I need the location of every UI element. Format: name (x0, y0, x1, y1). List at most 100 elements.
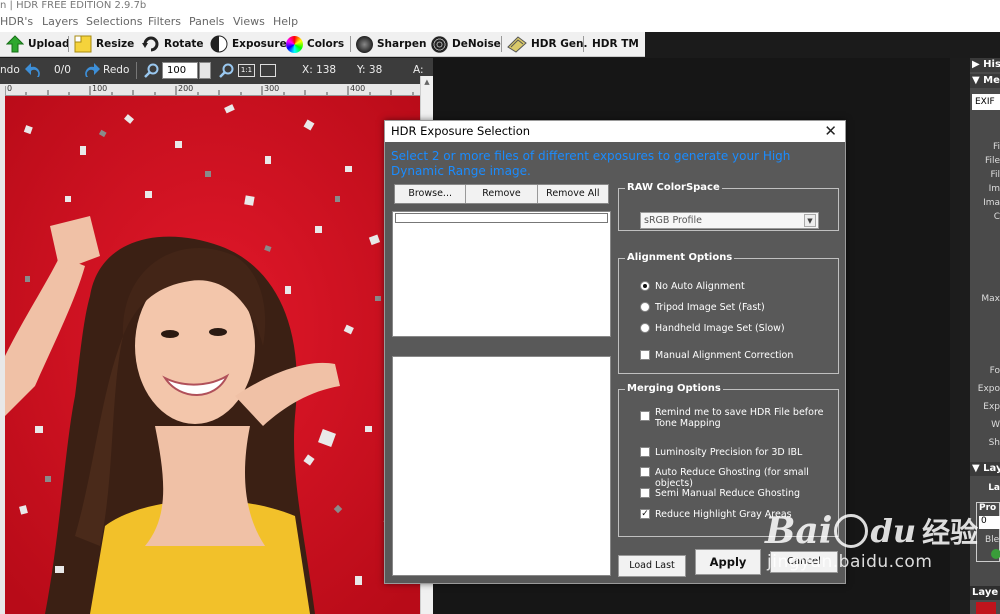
checkbox-unchecked[interactable] (640, 447, 650, 457)
exif-tab[interactable]: EXIF (972, 94, 1000, 110)
file-button-row: Browse... Remove Remove All (394, 184, 609, 204)
dialog-title-bar[interactable]: HDR Exposure Selection ✕ (385, 121, 845, 142)
scroll-up-arrow[interactable]: ▲ (422, 78, 432, 88)
colors-label: Colors (307, 38, 345, 50)
close-icon[interactable]: ✕ (824, 121, 837, 142)
upload-arrow-icon (6, 35, 24, 53)
layers-panel-header-2[interactable]: Laye (970, 586, 1000, 600)
menu-panels[interactable]: Panels (189, 15, 224, 29)
zoom-out-icon[interactable] (219, 63, 234, 78)
apply-button[interactable]: Apply (695, 549, 761, 575)
exposure-icon (210, 35, 228, 53)
load-last-button[interactable]: Load Last (618, 555, 686, 577)
layers2-title: Laye (972, 587, 999, 598)
actual-size-icon[interactable]: 1:1 (238, 64, 255, 77)
resize-button[interactable]: Resize (74, 34, 134, 54)
meta-label-10: Exp (983, 402, 1000, 412)
opacity-input[interactable]: 0 (979, 516, 1000, 529)
properties-label: Pro (979, 503, 997, 513)
meta-panel-header[interactable]: ▼ Met (970, 74, 1000, 88)
edit-subbar: ndo 0/0 Redo 1:1 X: 138 Y: 38 A: (0, 58, 435, 84)
resize-icon (74, 35, 92, 53)
exposure-label: Exposure (232, 38, 287, 50)
alignment-options-title: Alignment Options (625, 252, 735, 263)
remove-all-button[interactable]: Remove All (538, 185, 608, 203)
meta-label-2: File (984, 156, 1000, 166)
exposure-button[interactable]: Exposure (210, 34, 287, 54)
manual-alignment-option[interactable]: Manual Alignment Correction (640, 350, 793, 361)
rotate-button[interactable]: Rotate (142, 34, 204, 54)
semi-ghost-option[interactable]: Semi Manual Reduce Ghosting (640, 488, 800, 499)
hdr-gen-button[interactable]: HDR Gen. (507, 34, 587, 54)
subbar-separator (136, 62, 137, 79)
menu-layers[interactable]: Layers (42, 15, 78, 29)
rotate-label: Rotate (164, 38, 204, 50)
luminosity-label: Luminosity Precision for 3D IBL (655, 447, 803, 458)
radio-unselected[interactable] (640, 323, 650, 333)
radio-unselected[interactable] (640, 302, 650, 312)
meta-label-12: Sh (988, 438, 1000, 448)
tripod-option[interactable]: Tripod Image Set (Fast) (640, 302, 765, 313)
meta-label-11: W (991, 420, 1000, 430)
layers-panel-header[interactable]: ▼ Lay (970, 462, 1000, 476)
menu-help[interactable]: Help (273, 15, 298, 29)
redo-label[interactable]: Redo (103, 64, 129, 76)
zoom-in-icon[interactable] (144, 63, 159, 78)
histogram-title: Hist (983, 59, 1000, 70)
histogram-panel-header[interactable]: ▶ Hist (970, 58, 1000, 72)
checkbox-unchecked[interactable] (640, 488, 650, 498)
semi-ghost-label: Semi Manual Reduce Ghosting (655, 488, 801, 499)
radio-selected[interactable] (640, 281, 650, 291)
luminosity-option[interactable]: Luminosity Precision for 3D IBL (640, 447, 802, 458)
sharpen-button[interactable]: Sharpen (356, 34, 426, 54)
undo-label[interactable]: ndo (0, 64, 20, 76)
image-canvas[interactable] (5, 96, 420, 614)
checkbox-unchecked[interactable] (640, 467, 650, 477)
chevron-down-icon[interactable]: ▼ (804, 214, 816, 227)
baidu-watermark: Bai du 经验 jingyan.baidu.com (765, 510, 978, 572)
fit-screen-icon[interactable] (260, 64, 276, 77)
colors-button[interactable]: Colors (286, 34, 344, 54)
watermark-brand: Bai (765, 510, 833, 552)
checkbox-unchecked[interactable] (640, 350, 650, 360)
menu-hdrs[interactable]: HDR's (0, 15, 33, 29)
menu-filters[interactable]: Filters (148, 15, 181, 29)
watermark-url: jingyan.baidu.com (767, 552, 933, 572)
file-list[interactable] (392, 211, 611, 337)
zoom-input[interactable] (162, 62, 198, 79)
handheld-label: Handheld Image Set (Slow) (655, 323, 785, 334)
layer-thumbnail[interactable] (976, 602, 996, 614)
no-auto-alignment-option[interactable]: No Auto Alignment (640, 281, 745, 292)
remind-save-option[interactable]: Remind me to save HDR File before Tone M… (640, 407, 830, 429)
meta-label-4: Im (988, 184, 1000, 194)
checkbox-unchecked[interactable] (640, 411, 650, 421)
zoom-spinner[interactable] (199, 62, 211, 79)
hdr-tm-button[interactable]: HDR TM (592, 34, 639, 54)
menu-selections[interactable]: Selections (86, 15, 142, 29)
toolbar-separator (501, 36, 502, 52)
ruler-label-0: 0 (7, 84, 13, 93)
layer-visibility-icon[interactable] (991, 549, 1000, 559)
remove-button[interactable]: Remove (466, 185, 538, 203)
hdr-gen-icon (507, 36, 527, 53)
auto-ghost-option[interactable]: Auto Reduce Ghosting (for small objects) (640, 467, 838, 489)
meta-label-1: Fi (992, 142, 1000, 152)
cursor-alpha: A: (413, 64, 424, 76)
undo-icon[interactable] (24, 62, 42, 80)
manual-alignment-label: Manual Alignment Correction (655, 350, 794, 361)
denoise-button[interactable]: DeNoise (431, 34, 501, 54)
upload-button[interactable]: Upload (6, 34, 69, 54)
ruler-label-300: 300 (264, 84, 280, 93)
toolbar-separator (350, 36, 351, 52)
redo-icon[interactable] (83, 62, 101, 80)
browse-button[interactable]: Browse... (395, 185, 467, 203)
menu-views[interactable]: Views (233, 15, 265, 29)
dialog-title: HDR Exposure Selection (391, 124, 531, 138)
file-list-header (395, 213, 608, 223)
sharpen-label: Sharpen (377, 38, 427, 50)
handheld-option[interactable]: Handheld Image Set (Slow) (640, 323, 785, 334)
denoise-label: DeNoise (452, 38, 501, 50)
checkbox-checked[interactable]: ✓ (640, 509, 650, 519)
image-preview (392, 356, 611, 576)
raw-colorspace-select[interactable]: sRGB Profile ▼ (640, 212, 819, 229)
